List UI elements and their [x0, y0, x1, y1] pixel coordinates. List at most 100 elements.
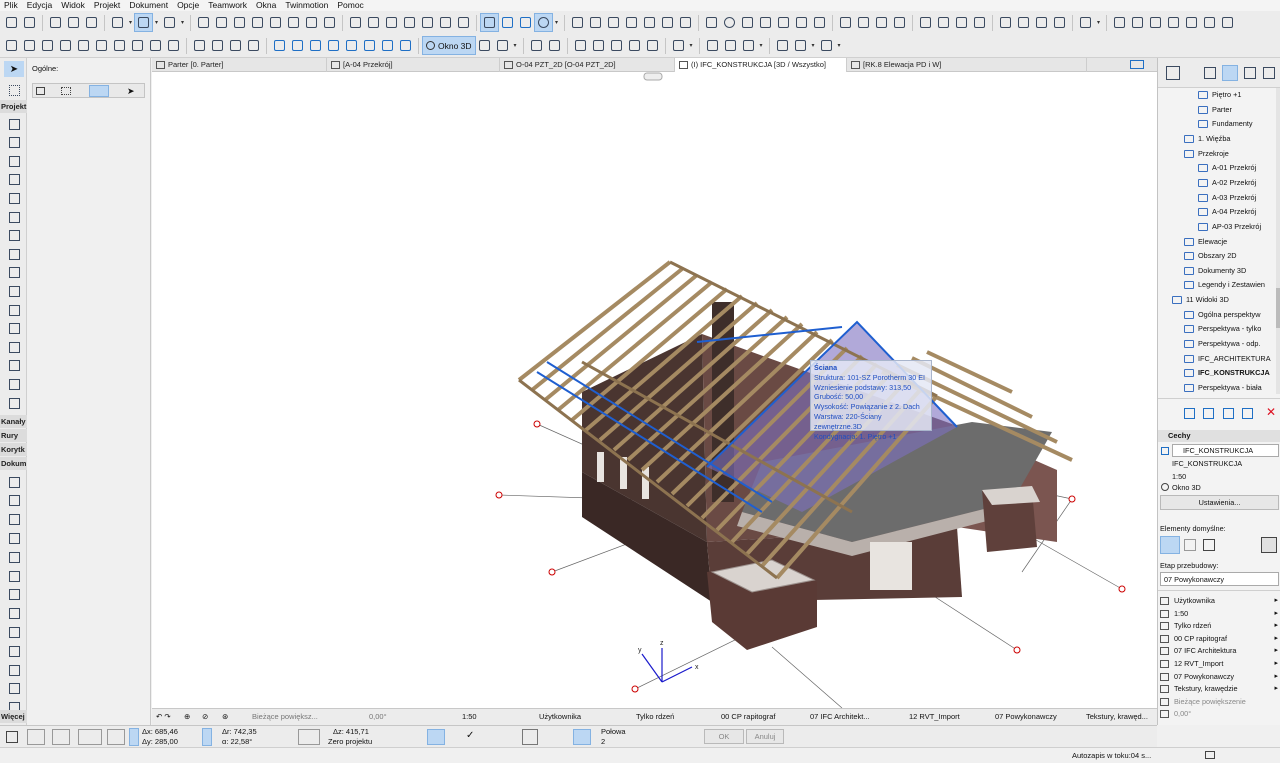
document-tool-icon[interactable] — [4, 474, 24, 490]
dropdown-arrow-icon[interactable]: ▾ — [553, 19, 560, 26]
document-tool-icon[interactable] — [4, 606, 24, 622]
toolbar-tool-icon[interactable] — [1077, 14, 1094, 31]
toolbar-tool-icon[interactable] — [775, 14, 792, 31]
selection-method-group[interactable]: ➤ — [32, 83, 145, 98]
snap-divisions[interactable]: 2 — [601, 737, 605, 746]
toolbar-tool-icon[interactable] — [65, 14, 82, 31]
pen-set-dropdown[interactable]: 00 CP rapitograf — [721, 712, 775, 721]
toolbar-tool-icon[interactable] — [249, 14, 266, 31]
delta-lock-icon[interactable] — [129, 728, 139, 746]
rotation-angle[interactable]: 0,00° — [369, 712, 387, 721]
navigator-item[interactable]: IFC_ARCHITEKTURA — [1184, 352, 1276, 366]
toolbar-tool-icon[interactable] — [480, 13, 499, 32]
toolbar-tool-icon[interactable] — [147, 37, 164, 54]
dropdown-arrow-icon[interactable]: ▾ — [810, 42, 817, 49]
dropdown-arrow-icon[interactable]: ▾ — [758, 42, 765, 49]
view-tab[interactable]: [A-04 Przekrój] — [327, 58, 500, 72]
toolbar-tool-icon[interactable] — [891, 14, 908, 31]
renovation-filter-dropdown[interactable]: 07 Powykonawczy — [995, 712, 1057, 721]
menu-item[interactable]: Widok — [61, 0, 85, 11]
menu-item[interactable]: Twinmotion — [285, 0, 328, 11]
document-tool-icon[interactable] — [4, 624, 24, 640]
navigator-item[interactable]: A-03 Przekrój — [1198, 191, 1276, 205]
rotated-select-icon[interactable] — [89, 85, 109, 97]
arrow-tool-icon[interactable]: ➤ — [127, 86, 135, 97]
toolbar-tool-icon[interactable] — [997, 14, 1014, 31]
toolbar-tool-icon[interactable] — [1147, 14, 1164, 31]
toolbar-tool-icon[interactable] — [626, 37, 643, 54]
3d-style-dropdown[interactable]: Tekstury, krawęd... — [1086, 712, 1148, 721]
navigator-item[interactable]: Legendy i Zestawien — [1184, 278, 1276, 292]
toolbar-tool-icon[interactable] — [213, 14, 230, 31]
publisher-icon[interactable] — [1263, 67, 1275, 79]
document-tool-icon[interactable] — [4, 662, 24, 678]
navigator-item[interactable]: A-01 Przekrój — [1198, 161, 1276, 175]
toolbar-tool-icon[interactable] — [971, 14, 988, 31]
view-property-row[interactable]: 0,00° — [1160, 708, 1280, 721]
view-property-row[interactable]: 07 IFC Architektura ▸ — [1160, 645, 1280, 658]
toolbar-tool-icon[interactable] — [740, 37, 757, 54]
settings-button[interactable]: Ustawienia... — [1160, 495, 1279, 510]
defaults-grid-icon[interactable] — [1160, 536, 1180, 554]
zoom-dropdown[interactable]: Bieżące powiększ... — [252, 712, 318, 721]
toolbar-tool-icon[interactable] — [21, 37, 38, 54]
relative-construct-icon[interactable] — [78, 729, 102, 745]
toolbar-tool-icon[interactable] — [267, 14, 284, 31]
menu-item[interactable]: Edycja — [27, 0, 53, 11]
navigator-item[interactable]: ⌄Przekroje — [1184, 147, 1276, 161]
navigator-item[interactable]: Piętro +1 — [1198, 88, 1276, 102]
section-wiecej[interactable]: Więcej — [0, 710, 27, 723]
polar-lock-icon[interactable] — [202, 728, 212, 746]
toolbar-tool-icon[interactable] — [1111, 14, 1128, 31]
dropdown-arrow-icon[interactable]: ▾ — [179, 19, 186, 26]
design-tool-icon[interactable] — [4, 116, 24, 132]
arrow-tool-icon[interactable]: ➤ — [4, 61, 24, 77]
design-tool-icon[interactable] — [4, 283, 24, 299]
toolbar-tool-icon[interactable] — [1219, 14, 1236, 31]
snap-mode[interactable]: Połowa — [601, 727, 626, 736]
toolbar-tool-icon[interactable] — [455, 14, 472, 31]
toolbar-tool-icon[interactable] — [623, 14, 640, 31]
navigator-item[interactable]: Obszary 2D — [1184, 249, 1276, 263]
dropdown-arrow-icon[interactable]: ▾ — [836, 42, 843, 49]
document-tool-icon[interactable] — [4, 568, 24, 584]
snap-icon[interactable] — [27, 729, 45, 745]
toolbar-tool-icon[interactable] — [379, 37, 396, 54]
toolbar-tool-icon[interactable] — [590, 37, 607, 54]
view-property-row[interactable]: 07 Powykonawczy ▸ — [1160, 671, 1280, 684]
design-tool-icon[interactable] — [4, 153, 24, 169]
tracker-icon[interactable] — [107, 729, 125, 745]
toolbar-tool-icon[interactable] — [499, 14, 516, 31]
design-tool-icon[interactable] — [4, 376, 24, 392]
section-projekt[interactable]: Projekt — [0, 100, 27, 113]
marquee-tool-icon[interactable] — [4, 82, 24, 98]
view-property-row[interactable]: Użytkownika ▸ — [1160, 595, 1280, 608]
toolbar-tool-icon[interactable] — [1129, 14, 1146, 31]
toolbar-tool-icon[interactable] — [231, 14, 248, 31]
toolbar-tool-icon[interactable] — [476, 37, 493, 54]
toolbar-tool-icon[interactable] — [245, 37, 262, 54]
document-tool-icon[interactable] — [4, 530, 24, 546]
toolbar-tool-icon[interactable] — [793, 14, 810, 31]
defaults-dimension-icon[interactable] — [1203, 539, 1215, 551]
toolbar-tool-icon[interactable] — [397, 37, 414, 54]
design-tool-icon[interactable] — [4, 395, 24, 411]
toolbar-tool-icon[interactable] — [191, 37, 208, 54]
toolbar-tool-icon[interactable] — [1183, 14, 1200, 31]
toolbar-tool-icon[interactable] — [528, 37, 545, 54]
cancel-button[interactable]: Anuluj — [746, 729, 784, 744]
view-tab[interactable]: Parter [0. Parter] — [152, 58, 327, 72]
toolbar-tool-icon[interactable] — [21, 14, 38, 31]
navigator-item[interactable]: Perspektywa - biała — [1184, 381, 1276, 394]
toolbar-tool-icon[interactable] — [572, 37, 589, 54]
toolbar-tool-icon[interactable] — [704, 37, 721, 54]
design-tool-icon[interactable] — [4, 228, 24, 244]
menu-item[interactable]: Plik — [4, 0, 18, 11]
view-map-icon[interactable] — [1222, 65, 1238, 81]
toolbar-tool-icon[interactable] — [365, 14, 382, 31]
toolbar-tool-icon[interactable] — [873, 14, 890, 31]
toolbar-tool-icon[interactable] — [419, 14, 436, 31]
design-tool-icon[interactable] — [4, 265, 24, 281]
toolbar-tool-icon[interactable] — [722, 37, 739, 54]
toolbar-tool-icon[interactable] — [321, 14, 338, 31]
